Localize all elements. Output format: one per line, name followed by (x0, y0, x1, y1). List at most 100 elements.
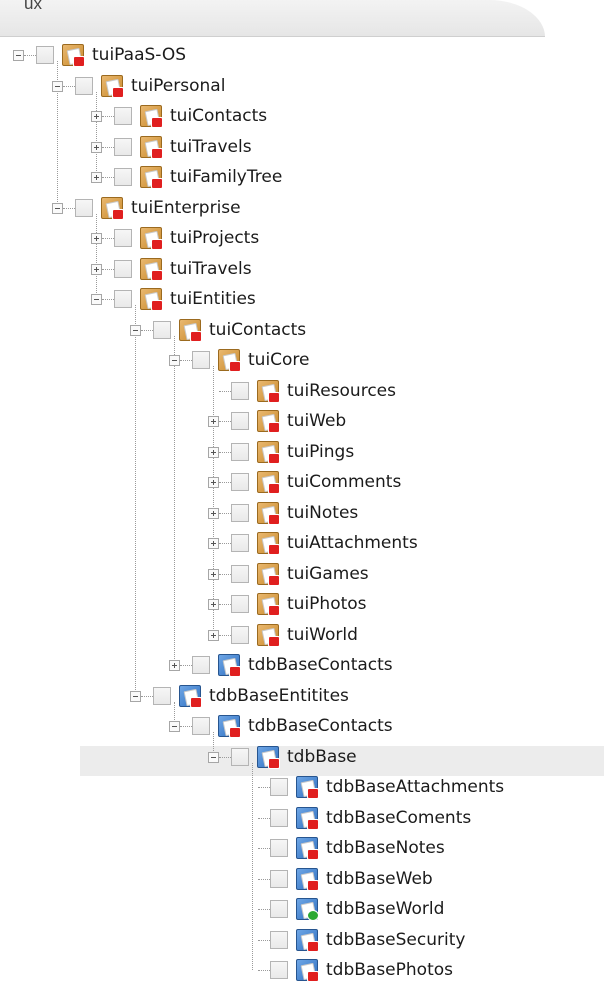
tree-node-checkbox[interactable] (231, 473, 249, 491)
tree-node-checkbox[interactable] (114, 137, 132, 156)
tree-node-tuicomments[interactable]: tuiComments (0, 467, 604, 497)
expand-icon[interactable] (91, 111, 102, 122)
tree-node-tuienterprise[interactable]: tuiEnterprise (0, 193, 604, 223)
tree-node-checkbox[interactable] (153, 320, 171, 339)
tree-node-tuiprojects[interactable]: tuiProjects (0, 223, 604, 253)
expand-icon[interactable] (91, 233, 102, 244)
tree-node-checkbox[interactable] (36, 46, 54, 64)
tree-node-checkbox[interactable] (270, 900, 288, 918)
tree-node-label: tdbBaseComents (326, 807, 472, 828)
expand-icon[interactable] (91, 263, 102, 275)
tree-node-checkbox[interactable] (114, 259, 132, 278)
tree-node-tuientities[interactable]: tuiEntities (0, 284, 604, 314)
tree-node-tuiattachments[interactable]: tuiAttachments (0, 528, 604, 558)
collapse-icon[interactable] (130, 324, 141, 336)
tree-node-tdbbaseentitites[interactable]: tdbBaseEntitites (0, 681, 604, 711)
tree-node-checkbox[interactable] (192, 717, 210, 735)
tree-node-tuipersonal[interactable]: tuiPersonal (0, 71, 604, 101)
tree-node-tdbbasenotes[interactable]: tdbBaseNotes (0, 833, 604, 863)
expand-icon[interactable] (91, 172, 102, 183)
tree-node-label: tuiCore (248, 350, 310, 370)
tree-node-checkbox[interactable] (114, 168, 132, 186)
expand-icon[interactable] (169, 660, 180, 671)
tree-node-checkbox[interactable] (75, 76, 93, 95)
expand-icon[interactable] (91, 141, 102, 153)
tree-node-checkbox[interactable] (231, 412, 249, 430)
lock-badge-icon (268, 422, 280, 433)
tree-node-tdbbaseattachments[interactable]: tdbBaseAttachments (0, 772, 604, 802)
collapse-icon[interactable] (52, 80, 63, 92)
lock-badge-icon (307, 940, 319, 952)
expand-icon[interactable] (208, 416, 219, 427)
tree-node-tuicontacts[interactable]: tuiContacts (0, 101, 604, 131)
expand-icon[interactable] (208, 568, 219, 580)
tree-node-tuipings[interactable]: tuiPings (0, 437, 604, 467)
tree-node-checkbox[interactable] (270, 961, 288, 979)
tree-node-tuifamilytree[interactable]: tuiFamilyTree (0, 162, 604, 192)
tree-node-checkbox[interactable] (192, 656, 210, 674)
tree-node-tdbbasesecurity[interactable]: tdbBaseSecurity (0, 925, 604, 955)
tree-node-tdbbaseweb[interactable]: tdbBaseWeb (0, 864, 604, 894)
tree-node-tuiphotos[interactable]: tuiPhotos (0, 589, 604, 619)
tree-node-tdbbase[interactable]: tdbBase (0, 742, 604, 772)
tree-node-label: tuiPaaS-OS (92, 45, 187, 65)
tree-node-tuigames[interactable]: tuiGames (0, 559, 604, 589)
expand-icon[interactable] (208, 477, 219, 488)
tree-node-tuiweb[interactable]: tuiWeb (0, 406, 604, 436)
tree-node-checkbox[interactable] (231, 747, 249, 766)
tree-node-checkbox[interactable] (231, 625, 249, 644)
tree-node-checkbox[interactable] (114, 290, 132, 308)
tree-node-tuiresources[interactable]: tuiResources (0, 376, 604, 406)
tree-node-tdbbasecontacts[interactable]: tdbBaseContacts (0, 650, 604, 680)
collapse-icon[interactable] (52, 202, 63, 214)
tree-node-checkbox[interactable] (270, 778, 288, 796)
tree-node-tuitravels[interactable]: tuiTravels (0, 254, 604, 284)
collapse-icon[interactable] (169, 721, 180, 732)
tree-node-tuicontacts[interactable]: tuiContacts (0, 315, 604, 345)
tree-node-checkbox[interactable] (75, 198, 93, 217)
tree-node-checkbox[interactable] (270, 930, 288, 949)
collapse-icon[interactable] (130, 690, 141, 702)
lock-badge-icon (151, 300, 163, 311)
tree-node-tdbbasephotos[interactable]: tdbBasePhotos (0, 955, 604, 985)
lock-badge-icon (268, 635, 280, 647)
tree-node-tuicore[interactable]: tuiCore (0, 345, 604, 375)
tree-node-checkbox[interactable] (270, 869, 288, 888)
tui-folder-icon (140, 227, 163, 250)
collapse-icon[interactable] (208, 751, 219, 763)
expand-icon[interactable] (208, 507, 219, 519)
tree-node-tuinotes[interactable]: tuiNotes (0, 498, 604, 528)
tree-node-tdbbasecontacts[interactable]: tdbBaseContacts (0, 711, 604, 741)
lock-badge-icon (112, 86, 124, 98)
expand-icon[interactable] (208, 446, 219, 458)
lock-badge-icon (307, 788, 319, 799)
tree-node-tdbbaseworld[interactable]: tdbBaseWorld (0, 894, 604, 924)
tree-node-checkbox[interactable] (231, 381, 249, 400)
tree-node-label: tdbBaseAttachments (326, 777, 505, 797)
tree-node-checkbox[interactable] (231, 534, 249, 552)
tree-node-checkbox[interactable] (153, 686, 171, 705)
tree-node-tuipaas-os[interactable]: tuiPaaS-OS (0, 40, 604, 70)
tree-node-label: tuiResources (287, 380, 396, 401)
tree-node-label: tdbBaseContacts (248, 716, 393, 736)
collapse-icon[interactable] (13, 50, 24, 61)
expand-icon[interactable] (208, 538, 219, 549)
collapse-icon[interactable] (169, 355, 180, 366)
tree-node-tuiworld[interactable]: tuiWorld (0, 620, 604, 650)
tree-node-checkbox[interactable] (231, 442, 249, 461)
tree-node-checkbox[interactable] (114, 229, 132, 247)
tree-node-checkbox[interactable] (270, 839, 288, 857)
expand-icon[interactable] (208, 599, 219, 610)
tree-node-checkbox[interactable] (114, 107, 132, 125)
tree-node-tuitravels[interactable]: tuiTravels (0, 132, 604, 162)
expand-icon[interactable] (208, 629, 219, 641)
collapse-icon[interactable] (91, 294, 102, 305)
tree-node-checkbox[interactable] (231, 595, 249, 613)
tree-node-checkbox[interactable] (192, 351, 210, 369)
tree-node-checkbox[interactable] (231, 503, 249, 522)
tree-node-checkbox[interactable] (231, 564, 249, 583)
tree-node-label: tdbBaseSecurity (326, 929, 466, 950)
tree-node-checkbox[interactable] (270, 808, 288, 827)
tree-node-tdbbasecoments[interactable]: tdbBaseComents (0, 803, 604, 833)
panel-header-tab[interactable]: ux (0, 0, 545, 37)
